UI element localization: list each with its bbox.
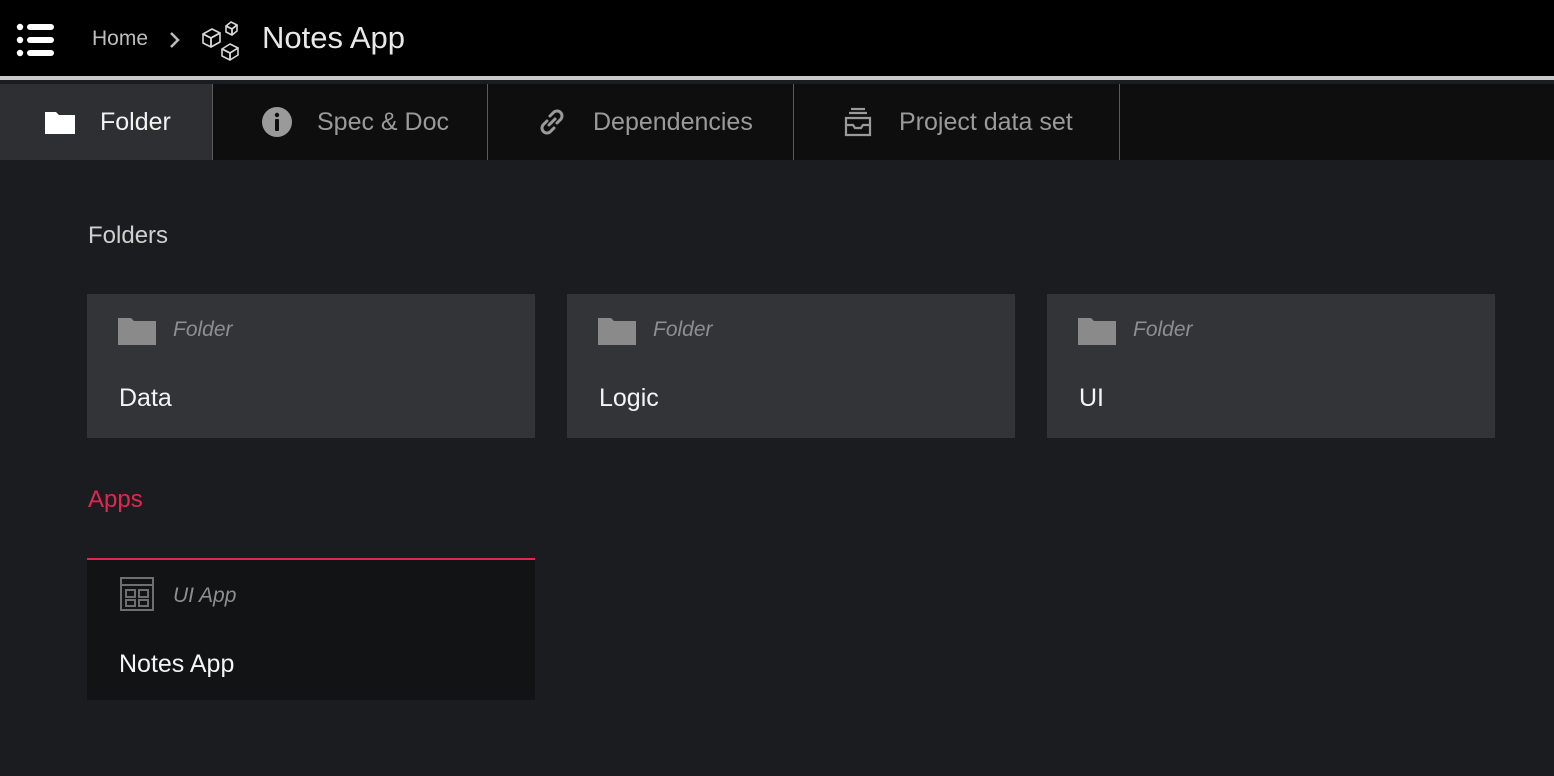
apps-section-title: Apps xyxy=(88,486,143,513)
page-title: Notes App xyxy=(262,20,406,55)
folder-card-logic[interactable]: Folder Logic xyxy=(567,294,1015,438)
folder-icon xyxy=(598,318,636,345)
link-icon xyxy=(540,109,564,135)
list-menu-icon[interactable] xyxy=(16,22,56,58)
card-type: Folder xyxy=(653,318,713,341)
folder-icon xyxy=(1078,318,1116,345)
top-bar: Home Notes App xyxy=(0,0,1554,80)
folder-icon xyxy=(118,318,156,345)
tab-dependencies[interactable]: Dependencies xyxy=(488,84,794,160)
tab-label: Project data set xyxy=(899,108,1073,136)
breadcrumb-home[interactable]: Home xyxy=(92,27,148,51)
folder-card-data[interactable]: Folder Data xyxy=(87,294,535,438)
card-name: UI xyxy=(1079,384,1104,412)
tab-label: Folder xyxy=(100,108,171,136)
info-icon xyxy=(262,107,292,137)
inbox-stack-icon xyxy=(844,107,872,137)
folder-icon xyxy=(45,112,75,134)
tab-label: Dependencies xyxy=(593,108,753,136)
folder-card-ui[interactable]: Folder UI xyxy=(1047,294,1495,438)
card-type: Folder xyxy=(173,318,233,341)
tab-label: Spec & Doc xyxy=(317,108,450,136)
tab-spec-doc[interactable]: Spec & Doc xyxy=(213,84,488,160)
card-type: UI App xyxy=(173,584,237,607)
cubes-icon xyxy=(202,21,239,61)
app-card-notes-app[interactable]: UI App Notes App xyxy=(87,558,535,700)
ui-app-grid-icon xyxy=(120,577,154,611)
card-type: Folder xyxy=(1133,318,1193,341)
tab-project-data-set[interactable]: Project data set xyxy=(794,84,1120,160)
card-name: Notes App xyxy=(119,650,235,678)
chevron-right-icon xyxy=(170,32,180,48)
card-name: Data xyxy=(119,384,172,412)
tab-bar: Folder Spec & Doc Dependencies Project d… xyxy=(0,84,1554,160)
card-name: Logic xyxy=(599,384,659,412)
folders-section-title: Folders xyxy=(88,222,169,249)
tab-folder[interactable]: Folder xyxy=(0,84,213,160)
